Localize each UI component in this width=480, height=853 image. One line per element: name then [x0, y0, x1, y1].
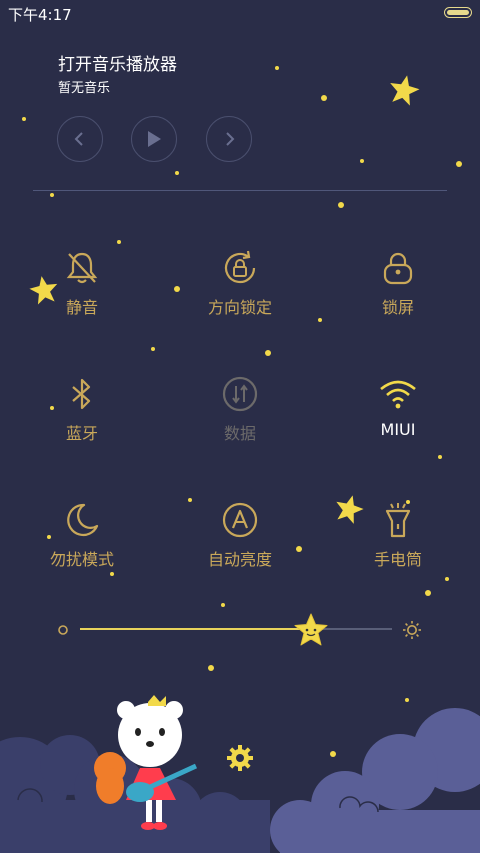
previous-icon: [74, 132, 83, 146]
battery-icon: [444, 7, 472, 18]
moon-icon: [67, 503, 99, 537]
toggle-mute[interactable]: 静音: [12, 248, 152, 328]
previous-button[interactable]: [57, 116, 103, 162]
bluetooth-icon: [72, 378, 91, 410]
lock-icon: [383, 252, 413, 285]
next-button[interactable]: [206, 116, 252, 162]
brightness-slider-thumb-star-icon[interactable]: [293, 612, 329, 648]
bell-off-icon: [66, 252, 98, 284]
toggle-data[interactable]: 数据: [170, 374, 310, 454]
toggle-auto-brightness[interactable]: 自动亮度: [170, 500, 310, 580]
music-title[interactable]: 打开音乐播放器: [58, 50, 177, 75]
toggle-label: 勿扰模式: [49, 550, 114, 569]
divider: [33, 190, 447, 191]
toggle-label: 手电筒: [373, 550, 422, 569]
play-icon: [148, 131, 161, 147]
auto-brightness-icon: [222, 502, 258, 538]
toggle-label: 数据: [223, 424, 256, 443]
brightness-slider-fill: [80, 628, 311, 630]
toggle-label: 方向锁定: [207, 298, 272, 317]
brightness-slider[interactable]: [80, 628, 392, 630]
flashlight-icon: [385, 503, 411, 538]
toggle-label: MIUI: [380, 420, 416, 439]
next-icon: [226, 132, 235, 146]
status-bar: 下午4:17: [0, 0, 480, 26]
music-subtitle: 暂无音乐: [58, 81, 111, 96]
rotation-lock-icon: [224, 250, 256, 284]
data-arrows-icon: [222, 376, 258, 412]
toggle-label: 蓝牙: [65, 424, 98, 443]
toggle-rotation-lock[interactable]: 方向锁定: [170, 248, 310, 328]
toggle-do-not-disturb[interactable]: 勿扰模式: [12, 500, 152, 580]
toggle-bluetooth[interactable]: 蓝牙: [12, 374, 152, 454]
brightness-low-icon: [58, 625, 68, 635]
status-time: 下午4:17: [8, 6, 72, 24]
toggle-lock-screen[interactable]: 锁屏: [328, 248, 468, 328]
big-star-icon: [390, 75, 420, 106]
play-button[interactable]: [131, 116, 177, 162]
brightness-high-icon: [403, 621, 421, 639]
wifi-icon: [380, 380, 416, 409]
toggle-wifi[interactable]: MIUI: [328, 374, 468, 454]
toggle-label: 自动亮度: [207, 550, 272, 569]
toggle-label: 静音: [65, 298, 98, 317]
gear-icon[interactable]: [226, 744, 254, 772]
toggle-label: 锁屏: [381, 298, 414, 317]
toggle-flashlight[interactable]: 手电筒: [328, 500, 468, 580]
